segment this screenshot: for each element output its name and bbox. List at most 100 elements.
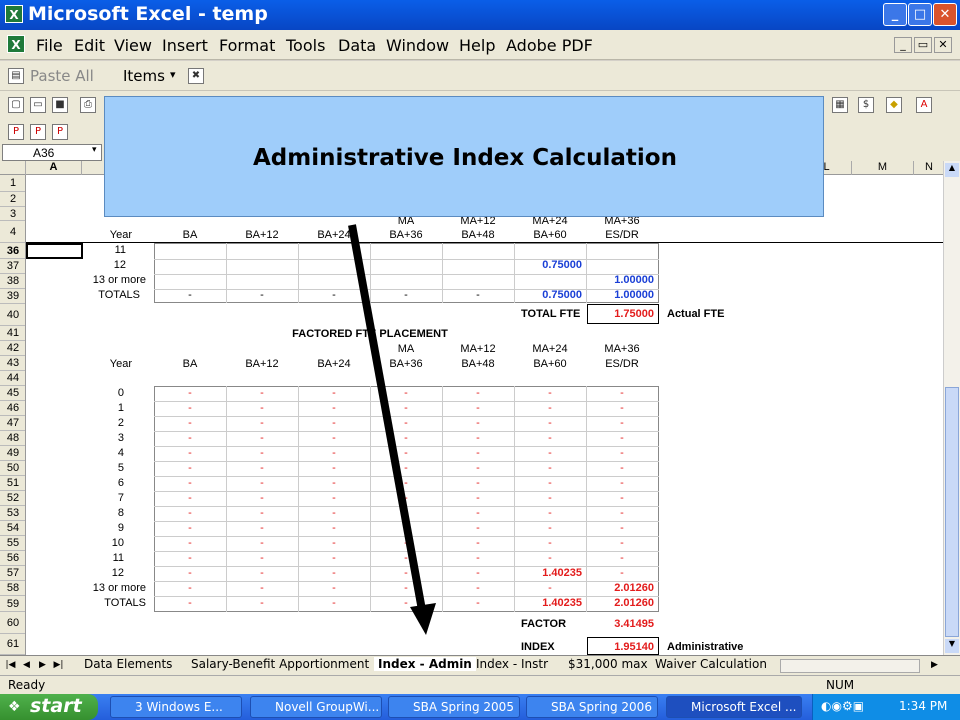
- factored-cell: -: [260, 447, 264, 459]
- menu-format[interactable]: Format: [219, 36, 275, 55]
- last-sheet-icon[interactable]: ▶|: [52, 659, 65, 672]
- select-all-corner[interactable]: [0, 161, 26, 175]
- menu-insert[interactable]: Insert: [162, 36, 208, 55]
- scroll-thumb[interactable]: [945, 387, 959, 637]
- print-icon[interactable]: ⎙: [80, 97, 96, 113]
- row-header[interactable]: 2: [0, 192, 25, 207]
- row-header[interactable]: 53: [0, 506, 25, 521]
- workbook-icon[interactable]: X: [7, 35, 25, 53]
- task-windows-explorer[interactable]: 3 Windows E...: [110, 696, 242, 718]
- row-header[interactable]: 44: [0, 371, 25, 386]
- menu-file[interactable]: File: [36, 36, 63, 55]
- column-header-m[interactable]: M: [852, 161, 914, 175]
- row-header[interactable]: 39: [0, 289, 25, 304]
- pdf-review-icon[interactable]: P: [52, 124, 68, 140]
- prev-sheet-icon[interactable]: ◀: [20, 659, 33, 672]
- next-sheet-icon[interactable]: ▶: [36, 659, 49, 672]
- close-button[interactable]: ✕: [933, 3, 957, 26]
- tab-salary-benefit[interactable]: Salary-Benefit Apportionment: [191, 657, 369, 671]
- grid-line: [586, 386, 587, 612]
- task-groupwise[interactable]: Novell GroupWi...: [250, 696, 382, 718]
- row-header[interactable]: 4: [0, 221, 25, 243]
- row-header[interactable]: 42: [0, 341, 25, 356]
- horizontal-scrollbar[interactable]: [780, 659, 920, 673]
- row-header[interactable]: 3: [0, 207, 25, 221]
- tab-waiver-calculation[interactable]: Waiver Calculation: [655, 657, 767, 671]
- menu-adobe-pdf[interactable]: Adobe PDF: [506, 36, 593, 55]
- row-header[interactable]: 45: [0, 386, 25, 401]
- row-header[interactable]: 43: [0, 356, 25, 371]
- column-header-a[interactable]: A: [26, 161, 82, 175]
- maximize-button[interactable]: □: [908, 3, 932, 26]
- font-color-icon[interactable]: A: [916, 97, 932, 113]
- name-box[interactable]: A36: [2, 144, 102, 161]
- menu-data[interactable]: Data: [338, 36, 376, 55]
- clipboard-icon[interactable]: ▤: [8, 68, 24, 84]
- items-dropdown-icon[interactable]: ▾: [170, 68, 176, 81]
- row-header[interactable]: 48: [0, 431, 25, 446]
- factored-cell: -: [260, 567, 264, 579]
- row-header[interactable]: 46: [0, 401, 25, 416]
- row-header[interactable]: 50: [0, 461, 25, 476]
- pdf-icon[interactable]: P: [8, 124, 24, 140]
- name-box-dropdown-icon[interactable]: ▾: [92, 145, 97, 155]
- paste-all-button[interactable]: Paste All: [30, 67, 94, 85]
- row-header[interactable]: 37: [0, 259, 25, 274]
- system-tray: ◐◉⚙▣ 1:34 PM: [812, 694, 960, 720]
- row-header[interactable]: 1: [0, 175, 25, 192]
- row-header[interactable]: 55: [0, 536, 25, 551]
- task-sba-2006[interactable]: SBA Spring 2006: [526, 696, 658, 718]
- row-header[interactable]: 41: [0, 326, 25, 341]
- tab-data-elements[interactable]: Data Elements: [84, 657, 172, 671]
- currency-icon[interactable]: $: [858, 97, 874, 113]
- row-header[interactable]: 36: [0, 243, 25, 259]
- row-header[interactable]: 54: [0, 521, 25, 536]
- minimize-button[interactable]: _: [883, 3, 907, 26]
- new-icon[interactable]: ▢: [8, 97, 24, 113]
- scroll-up-icon[interactable]: ▲: [945, 163, 959, 177]
- doc-close-button[interactable]: ✕: [934, 37, 952, 53]
- row-header[interactable]: 52: [0, 491, 25, 506]
- taskbar: start ❖ 3 Windows E... Novell GroupWi...…: [0, 694, 960, 720]
- fill-color-icon[interactable]: ◆: [886, 97, 902, 113]
- borders-icon[interactable]: ▦: [832, 97, 848, 113]
- factored-cell: -: [188, 417, 192, 429]
- row-header[interactable]: 57: [0, 566, 25, 581]
- clear-clipboard-icon[interactable]: ✖: [188, 68, 204, 84]
- row-header[interactable]: 38: [0, 274, 25, 289]
- tab-index-instr[interactable]: Index - Instr: [476, 657, 548, 671]
- row-header[interactable]: 49: [0, 446, 25, 461]
- tab-index-admin[interactable]: Index - Admin: [374, 657, 476, 671]
- row-header[interactable]: 51: [0, 476, 25, 491]
- row-header[interactable]: 47: [0, 416, 25, 431]
- task-sba-2005[interactable]: SBA Spring 2005: [388, 696, 520, 718]
- doc-restore-button[interactable]: ▭: [914, 37, 932, 53]
- save-icon[interactable]: ■: [52, 97, 68, 113]
- row-header[interactable]: 59: [0, 596, 25, 612]
- menu-view[interactable]: View: [114, 36, 152, 55]
- first-sheet-icon[interactable]: |◀: [4, 659, 17, 672]
- scroll-down-icon[interactable]: ▼: [945, 639, 959, 653]
- open-icon[interactable]: ▭: [30, 97, 46, 113]
- pdf-email-icon[interactable]: P: [30, 124, 46, 140]
- worksheet-grid[interactable]: MA MA+12 MA+24 MA+36 Year BA BA+12 BA+24…: [0, 175, 943, 655]
- row-header[interactable]: 58: [0, 581, 25, 596]
- menu-tools[interactable]: Tools: [286, 36, 325, 55]
- task-excel[interactable]: Microsoft Excel ...: [666, 696, 802, 718]
- row-header[interactable]: 56: [0, 551, 25, 566]
- column-header-n[interactable]: N: [914, 161, 945, 175]
- menu-help[interactable]: Help: [459, 36, 495, 55]
- row-header[interactable]: 60: [0, 612, 25, 634]
- doc-minimize-button[interactable]: _: [894, 37, 912, 53]
- row-header[interactable]: 40: [0, 304, 25, 326]
- menu-window[interactable]: Window: [386, 36, 449, 55]
- items-button[interactable]: Items: [123, 67, 165, 85]
- scroll-right-icon[interactable]: ▶: [928, 659, 941, 672]
- menu-edit[interactable]: Edit: [74, 36, 105, 55]
- row-header[interactable]: 61: [0, 634, 25, 655]
- factored-cell: -: [548, 552, 552, 564]
- tray-icons[interactable]: ◐◉⚙▣: [821, 699, 864, 713]
- factored-year: 2: [117, 417, 124, 429]
- tab-31000-max[interactable]: $31,000 max: [568, 657, 648, 671]
- vertical-scrollbar[interactable]: ▲ ▼: [943, 161, 960, 655]
